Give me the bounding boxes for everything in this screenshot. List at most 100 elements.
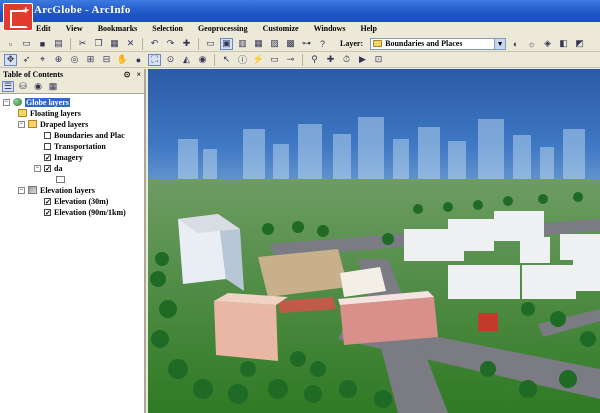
layer-item[interactable]: Boundaries and Plac: [44, 130, 125, 140]
save-icon[interactable]: ■: [36, 38, 49, 50]
close-icon[interactable]: ×: [136, 70, 141, 79]
model-builder-icon[interactable]: ⊶: [300, 38, 313, 50]
globe-display[interactable]: [148, 69, 600, 413]
layer-label[interactable]: Transportation: [54, 142, 106, 151]
layer-checkbox[interactable]: ✓: [44, 164, 51, 172]
draped-layers-label[interactable]: Draped layers: [40, 120, 88, 129]
layer-checkbox[interactable]: ✓: [44, 153, 51, 161]
time-slider-icon[interactable]: ⏱: [340, 54, 353, 66]
layer-item[interactable]: ✓ Elevation (90m/1km): [44, 207, 126, 217]
window-icon[interactable]: ▭: [204, 38, 217, 50]
contrast-icon[interactable]: ◐: [509, 38, 522, 50]
collapse-icon[interactable]: −: [18, 186, 25, 194]
go-to-xy-icon[interactable]: ✚: [324, 54, 337, 66]
list-by-type-icon[interactable]: ☰: [2, 81, 14, 92]
select-icon[interactable]: ↖: [220, 54, 233, 66]
floating-layers-label[interactable]: Floating layers: [30, 109, 81, 118]
layer-label[interactable]: Elevation (30m): [54, 197, 108, 206]
symbol-swatch-icon: [56, 175, 65, 183]
transparency-icon[interactable]: ◈: [541, 38, 554, 50]
globe-icon: [13, 98, 22, 106]
tree-root[interactable]: − Globe layers: [3, 97, 70, 107]
menu-help[interactable]: Help: [360, 24, 376, 33]
layer-checkbox[interactable]: [44, 131, 51, 139]
list-by-source-icon[interactable]: ⛁: [17, 81, 29, 92]
menu-edit[interactable]: Edit: [36, 24, 51, 33]
delete-icon[interactable]: ✕: [124, 38, 137, 50]
pin-icon[interactable]: ⊙: [124, 70, 131, 79]
new-icon[interactable]: ▫: [4, 38, 17, 50]
layer-checkbox[interactable]: ✓: [44, 197, 51, 205]
observer-icon[interactable]: ⊙: [164, 54, 177, 66]
redo-icon[interactable]: ↷: [164, 38, 177, 50]
layer-label[interactable]: Imagery: [54, 153, 83, 162]
navigate-icon[interactable]: ✥: [4, 53, 17, 66]
fly-icon[interactable]: ➶: [20, 54, 33, 66]
draped-layers-node[interactable]: − Draped layers: [18, 119, 88, 129]
pan-icon[interactable]: ✋: [116, 54, 129, 66]
zoom-to-target-icon[interactable]: ⊕: [52, 54, 65, 66]
layer-checkbox[interactable]: ✓: [44, 208, 51, 216]
menu-bookmarks[interactable]: Bookmarks: [98, 24, 138, 33]
list-by-selection-icon[interactable]: ▦: [47, 81, 59, 92]
cut-icon[interactable]: ✂: [76, 38, 89, 50]
print-icon[interactable]: ▤: [52, 38, 65, 50]
elevation-layers-label[interactable]: Elevation layers: [40, 186, 95, 195]
layer-item[interactable]: Transportation: [44, 141, 106, 151]
swipe-icon[interactable]: ◧: [557, 38, 570, 50]
elevation-layers-node[interactable]: − Elevation layers: [18, 185, 95, 195]
undo-icon[interactable]: ↶: [148, 38, 161, 50]
find-icon[interactable]: ⚲: [308, 54, 321, 66]
globe-view-icon[interactable]: ◉: [196, 54, 209, 66]
catalog-icon[interactable]: ▥: [236, 38, 249, 50]
surface-mode-icon[interactable]: ◭: [180, 54, 193, 66]
layer-label[interactable]: Boundaries and Plac: [54, 131, 125, 140]
open-icon[interactable]: ▭: [20, 38, 33, 50]
collapse-icon[interactable]: −: [18, 120, 25, 128]
hyperlink-icon[interactable]: ⚡: [252, 54, 265, 66]
search-window-icon[interactable]: ▦: [252, 38, 265, 50]
scene-3d-view[interactable]: [148, 69, 600, 413]
brightness-icon[interactable]: ☼: [525, 38, 538, 50]
menu-customize[interactable]: Customize: [263, 24, 299, 33]
magnifier-icon[interactable]: ⊡: [372, 54, 385, 66]
list-by-visibility-icon[interactable]: ◉: [32, 81, 44, 92]
collapse-icon[interactable]: −: [3, 98, 10, 106]
identify-icon[interactable]: ⓘ: [236, 54, 249, 66]
python-icon[interactable]: ▩: [284, 38, 297, 50]
zoom-in-icon[interactable]: ⊞: [84, 54, 97, 66]
tools-toolbar: ✥ ➶ ⌖ ⊕ ◎ ⊞ ⊟ ✋ ● ⛶ ⊙ ◭ ◉ ↖ ⓘ ⚡ ▭ ⊸ ⚲ ✚ …: [0, 52, 600, 68]
floating-layers-node[interactable]: Floating layers: [18, 108, 81, 118]
flicker-icon[interactable]: ◩: [573, 38, 586, 50]
toc-window-icon[interactable]: ▣: [220, 37, 233, 50]
layer-dropdown[interactable]: Boundaries and Places ▼: [370, 37, 507, 50]
target-icon[interactable]: ⌖: [36, 54, 49, 66]
navigation-mode-icon[interactable]: ⛶: [148, 53, 161, 66]
animation-icon[interactable]: ▶: [356, 54, 369, 66]
zoom-out-icon[interactable]: ⊟: [100, 54, 113, 66]
menu-geoprocessing[interactable]: Geoprocessing: [198, 24, 248, 33]
menu-windows[interactable]: Windows: [314, 24, 346, 33]
layer-dropdown-icon: [373, 40, 383, 47]
layer-label[interactable]: Elevation (90m/1km): [54, 208, 126, 217]
layer-item[interactable]: − ✓ da: [34, 163, 62, 173]
toolbox-icon[interactable]: ▨: [268, 38, 281, 50]
layer-item[interactable]: ✓ Imagery: [44, 152, 83, 162]
center-icon[interactable]: ◎: [68, 54, 81, 66]
add-data-icon[interactable]: ✚: [180, 38, 193, 50]
chevron-down-icon[interactable]: ▼: [494, 38, 506, 49]
layer-checkbox[interactable]: [44, 142, 51, 150]
collapse-icon[interactable]: −: [34, 164, 41, 172]
menu-view[interactable]: View: [66, 24, 83, 33]
layer-label[interactable]: da: [54, 164, 62, 173]
menu-selection[interactable]: Selection: [152, 24, 183, 33]
measure-icon[interactable]: ⊸: [284, 54, 297, 66]
legend-swatch: [56, 174, 65, 184]
html-popup-icon[interactable]: ▭: [268, 54, 281, 66]
whats-this-icon[interactable]: ?: [316, 38, 329, 50]
paste-icon[interactable]: ▦: [108, 38, 121, 50]
copy-icon[interactable]: ❐: [92, 38, 105, 50]
full-extent-icon[interactable]: ●: [132, 54, 145, 66]
globe-layers-label[interactable]: Globe layers: [25, 97, 70, 107]
layer-item[interactable]: ✓ Elevation (30m): [44, 196, 108, 206]
